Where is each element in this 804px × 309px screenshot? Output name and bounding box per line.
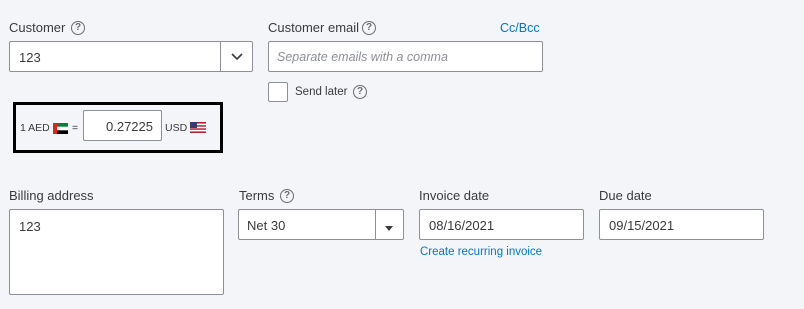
send-later-checkbox[interactable] <box>268 82 288 102</box>
billing-address-value: 123 <box>19 219 41 234</box>
terms-select-value: Net 30 <box>247 218 286 233</box>
terms-select-divider <box>375 210 376 239</box>
customer-email-field[interactable]: Separate emails with a comma <box>268 41 543 72</box>
due-date-label: Due date <box>599 188 652 203</box>
exchange-rate-value: 0.27225 <box>106 119 153 134</box>
invoice-date-input[interactable]: 08/16/2021 <box>419 209 584 240</box>
customer-select-divider <box>220 42 221 71</box>
terms-select[interactable]: Net 30 <box>238 209 404 240</box>
create-recurring-invoice-link[interactable]: Create recurring invoice <box>420 246 542 258</box>
customer-email-help-icon[interactable]: ? <box>362 21 376 35</box>
billing-address-label: Billing address <box>9 188 94 203</box>
exchange-to-text: USD <box>165 122 188 134</box>
billing-address-textarea[interactable]: 123 <box>9 209 224 295</box>
exchange-rate-frame: 1 AED = 0.27225 USD <box>13 102 223 153</box>
due-date-input[interactable]: 09/15/2021 <box>599 209 764 240</box>
due-date-value: 09/15/2021 <box>609 218 675 233</box>
send-later-help-icon[interactable]: ? <box>353 85 367 99</box>
exchange-from-text: 1 AED <box>20 122 50 134</box>
chevron-down-icon[interactable] <box>229 50 245 64</box>
customer-email-label: Customer email <box>268 20 360 35</box>
customer-select-value: 123 <box>19 50 41 65</box>
customer-select[interactable]: 123 <box>9 41 253 72</box>
cc-bcc-link[interactable]: Cc/Bcc <box>500 21 540 35</box>
send-later-label: Send later <box>295 86 348 98</box>
terms-label: Terms <box>239 188 275 203</box>
exchange-equals-sign: = <box>72 122 79 134</box>
customer-email-placeholder: Separate emails with a comma <box>277 50 448 64</box>
customer-help-icon[interactable]: ? <box>71 21 85 35</box>
customer-label: Customer <box>9 20 66 35</box>
uae-flag-icon <box>53 121 68 134</box>
invoice-date-label: Invoice date <box>419 188 490 203</box>
exchange-rate-input[interactable]: 0.27225 <box>83 110 162 141</box>
terms-help-icon[interactable]: ? <box>280 189 294 203</box>
us-flag-icon <box>190 120 206 133</box>
invoice-date-value: 08/16/2021 <box>429 218 495 233</box>
triangle-down-icon[interactable] <box>382 220 396 231</box>
